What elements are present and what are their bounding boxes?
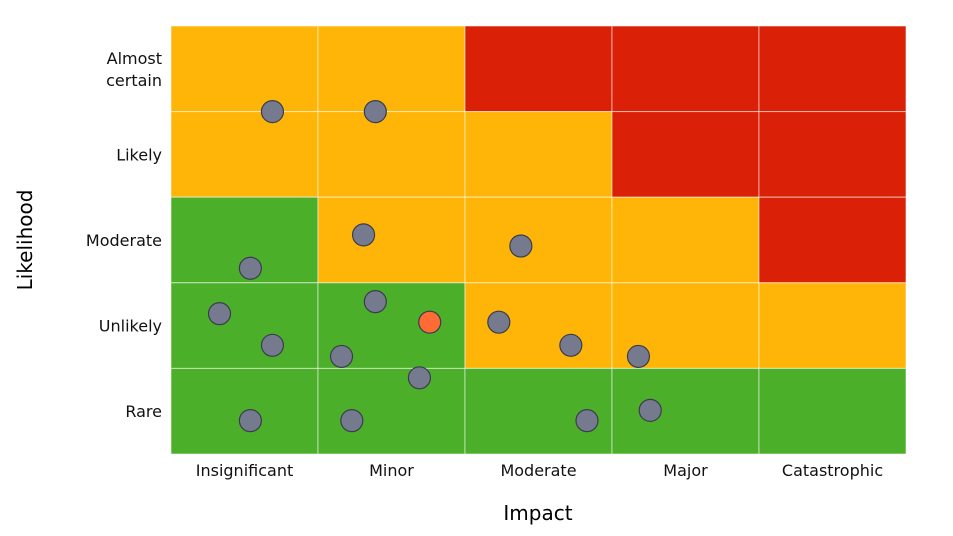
risk-point-highlighted[interactable] — [418, 310, 442, 334]
x-tick-label: Moderate — [500, 461, 576, 480]
risk-matrix-chart: Insignificant Minor Moderate Major Catastrop… — [13, 25, 907, 525]
risk-point[interactable] — [559, 333, 583, 357]
risk-point[interactable] — [207, 302, 232, 326]
risk-point[interactable] — [260, 99, 285, 124]
risk-point[interactable] — [363, 99, 387, 124]
matrix-cell-high — [464, 25, 613, 113]
risk-point[interactable] — [638, 398, 662, 422]
x-axis-title: Impact — [503, 501, 572, 525]
risk-point[interactable] — [260, 333, 285, 357]
risk-point[interactable] — [363, 290, 387, 314]
matrix-cell-medium — [317, 196, 466, 284]
y-tick-label: Unlikely — [99, 317, 162, 336]
x-tick-labels: Insignificant Minor Moderate Major Catastrop… — [196, 461, 883, 480]
y-tick-label: Likely — [116, 145, 162, 164]
matrix-cell-high — [758, 25, 907, 113]
y-tick-label: Moderate — [86, 231, 162, 250]
y-tick-labels: Almost certain Likely Moderate Unlikely Rare — [86, 49, 162, 421]
matrix-cell-medium — [317, 111, 466, 198]
matrix-cell-high — [758, 196, 907, 284]
x-tick-label: Insignificant — [196, 461, 293, 480]
matrix-cell-high — [611, 111, 760, 198]
matrix-cell-medium — [317, 25, 466, 113]
risk-point[interactable] — [626, 344, 651, 369]
risk-point[interactable] — [238, 409, 262, 433]
risk-point[interactable] — [329, 344, 354, 369]
matrix-cell-medium — [464, 282, 613, 369]
risk-point[interactable] — [351, 223, 376, 247]
matrix-cells — [170, 25, 907, 455]
y-tick-label: Rare — [125, 402, 162, 421]
x-tick-label: Minor — [369, 461, 414, 480]
risk-point[interactable] — [575, 409, 599, 433]
matrix-cell-high — [758, 111, 907, 198]
matrix-cell-medium — [170, 25, 319, 113]
matrix-cell-medium — [170, 111, 319, 198]
matrix-cell-medium — [758, 282, 907, 369]
matrix-cell-medium — [464, 111, 613, 198]
matrix-cell-low — [317, 367, 466, 455]
matrix-cell-low — [758, 367, 907, 455]
y-tick-label: Almost certain — [106, 49, 162, 90]
risk-point[interactable] — [509, 234, 533, 258]
risk-point[interactable] — [487, 310, 511, 334]
matrix-cell-high — [611, 25, 760, 113]
risk-point[interactable] — [238, 256, 262, 280]
matrix-cell-medium — [464, 196, 613, 284]
matrix-cell-low — [170, 282, 319, 369]
x-tick-label: Major — [663, 461, 708, 480]
matrix-cell-medium — [611, 196, 760, 284]
y-axis-title: Likelihood — [13, 190, 37, 291]
risk-point[interactable] — [340, 409, 364, 433]
matrix-cell-low — [611, 367, 760, 455]
x-tick-label: Catastrophic — [782, 461, 883, 480]
risk-point[interactable] — [407, 366, 432, 390]
